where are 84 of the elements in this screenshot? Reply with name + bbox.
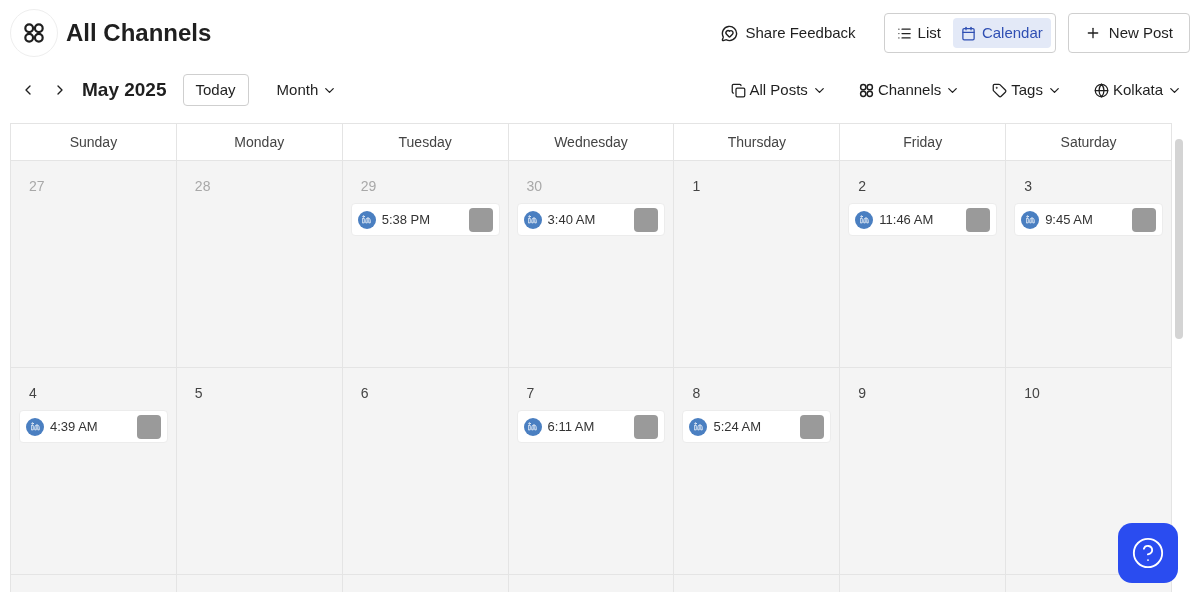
post-time: 5:24 AM <box>713 417 762 436</box>
help-button[interactable] <box>1118 523 1178 583</box>
filter-dropdown[interactable]: Tags <box>992 74 1062 106</box>
copy-icon <box>730 82 746 98</box>
linkedin-icon <box>1021 210 1040 229</box>
weekday-header: Wednesday <box>508 124 675 161</box>
post-chip[interactable]: 5:24 AM <box>682 410 832 443</box>
post-time: 3:40 AM <box>547 210 596 229</box>
day-number: 28 <box>194 177 211 195</box>
scrollbar[interactable] <box>1175 139 1183 339</box>
photo-placeholder <box>634 414 659 439</box>
day-number: 1 <box>692 177 701 195</box>
day-cell[interactable]: 9 <box>840 368 1007 575</box>
filter-dropdown[interactable]: Kolkata <box>1093 74 1182 106</box>
linkedin-icon <box>357 210 376 229</box>
filter-dropdown[interactable]: Channels <box>858 74 961 106</box>
day-cell[interactable]: 4 4:39 AM <box>11 368 177 575</box>
day-number: 27 <box>29 177 45 195</box>
post-time: 6:11 AM <box>547 417 595 436</box>
post-chip[interactable]: 9:45 AM <box>1014 203 1163 236</box>
day-number: 3 <box>1024 177 1032 195</box>
day-number: 8 <box>692 384 701 402</box>
day-cell[interactable]: 1 <box>674 161 841 368</box>
tag-icon <box>992 82 1008 98</box>
day-number: 2 <box>858 177 867 195</box>
weekday-header: Thursday <box>674 124 841 161</box>
post-chip[interactable]: 6:11 AM <box>516 410 666 443</box>
post-time: 4:39 AM <box>50 417 98 436</box>
weekday-header: Tuesday <box>342 124 509 161</box>
globe-icon <box>1093 82 1109 98</box>
post-chip[interactable]: 3:40 AM <box>516 203 666 236</box>
new-post-button[interactable]: New Post <box>1067 13 1190 53</box>
range-dropdown[interactable]: Month <box>272 74 342 106</box>
photo-placeholder <box>468 207 493 232</box>
weekday-header: Sunday <box>11 124 177 161</box>
post-time: 9:45 AM <box>1045 210 1093 229</box>
day-number: 29 <box>360 177 377 195</box>
day-number: 10 <box>1024 384 1040 402</box>
post-chip[interactable]: 4:39 AM <box>19 410 168 443</box>
linkedin-icon <box>855 210 874 229</box>
post-chip[interactable]: 5:38 PM <box>350 203 500 236</box>
grid-icon <box>23 22 45 44</box>
day-cell[interactable]: 5 <box>176 368 343 575</box>
photo-placeholder <box>800 414 825 439</box>
page-title: All Channels <box>66 18 212 48</box>
day-cell[interactable]: 29 5:38 PM <box>342 161 509 368</box>
weekday-header: Saturday <box>1006 124 1172 161</box>
linkedin-icon <box>523 417 542 436</box>
grid-icon <box>858 82 874 98</box>
post-time: 5:38 PM <box>381 210 431 229</box>
day-number: 6 <box>360 384 369 402</box>
calendar-icon <box>960 25 976 41</box>
list-icon <box>896 25 912 41</box>
help-icon <box>1131 536 1165 570</box>
view-tab[interactable]: List <box>888 18 949 48</box>
feedback-icon <box>720 24 738 42</box>
photo-placeholder <box>136 414 161 439</box>
photo-placeholder <box>1132 207 1156 232</box>
weekday-header: Friday <box>840 124 1007 161</box>
linkedin-icon <box>26 417 44 436</box>
current-month: May 2025 <box>82 77 167 102</box>
day-number: 4 <box>29 384 37 402</box>
photo-placeholder <box>966 207 991 232</box>
today-button[interactable]: Today <box>182 74 249 106</box>
view-tab[interactable]: Calendar <box>952 18 1051 48</box>
day-cell[interactable]: 8 5:24 AM <box>674 368 841 575</box>
share-feedback-button[interactable]: Share Feedback <box>708 13 868 53</box>
weekday-header: Monday <box>176 124 343 161</box>
post-time: 11:46 AM <box>879 210 934 229</box>
day-cell[interactable]: 3 9:45 AM <box>1006 161 1172 368</box>
day-cell[interactable]: 7 6:11 AM <box>508 368 675 575</box>
day-number: 30 <box>526 177 543 195</box>
post-chip[interactable]: 11:46 AM <box>848 203 998 236</box>
linkedin-icon <box>689 417 708 436</box>
day-cell[interactable]: 10 <box>1006 368 1172 575</box>
day-number: 5 <box>194 384 203 402</box>
linkedin-icon <box>523 210 542 229</box>
day-number: 9 <box>858 384 867 402</box>
day-number: 7 <box>526 384 535 402</box>
day-cell[interactable]: 30 3:40 AM <box>508 161 675 368</box>
photo-placeholder <box>634 207 659 232</box>
filter-dropdown[interactable]: All Posts <box>730 74 827 106</box>
day-cell[interactable]: 2 11:46 AM <box>840 161 1007 368</box>
day-cell[interactable]: 6 <box>342 368 509 575</box>
